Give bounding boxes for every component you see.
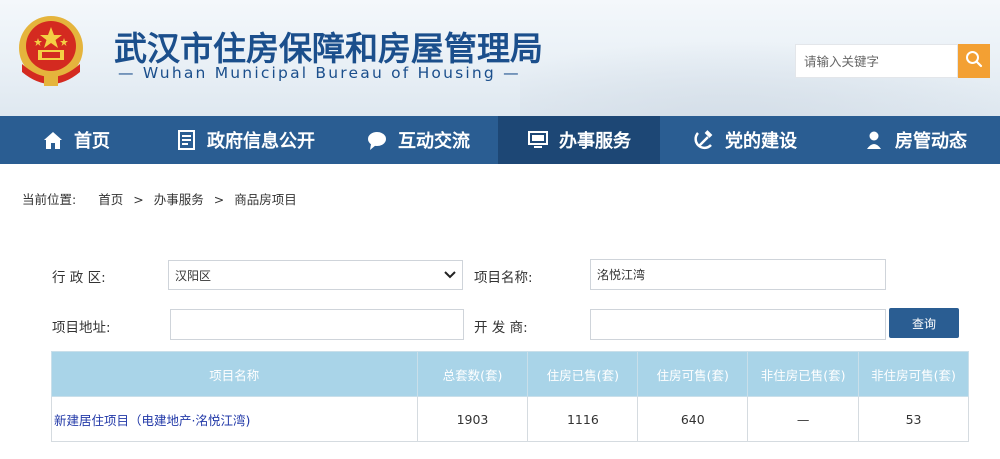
nav-label: 政府信息公开 [207, 131, 315, 152]
table-row: 新建居住项目（电建地产·洺悦江湾) 1903 1116 640 — 53 [51, 396, 969, 442]
query-button[interactable]: 查询 [889, 308, 959, 338]
project-name-value: 洺悦江湾 [597, 268, 646, 282]
nav-item-gov-info[interactable]: 政府信息公开 [152, 116, 338, 164]
home-icon [42, 129, 64, 151]
nav-item-housing-news[interactable]: 房管动态 [830, 116, 1000, 164]
developer-input[interactable] [590, 309, 886, 340]
district-select-value: 汉阳区 [175, 268, 212, 283]
district-select[interactable]: 汉阳区 [168, 260, 463, 290]
document-icon [175, 129, 197, 151]
results-table: 项目名称 总套数(套) 住房已售(套) 住房可售(套) 非住房已售(套) 非住房… [51, 351, 969, 442]
nav-item-party-building[interactable]: 党的建设 [660, 116, 830, 164]
column-header: 项目名称 [51, 351, 418, 397]
site-title: 武汉市住房保障和房屋管理局 [114, 29, 543, 68]
column-header: 住房可售(套) [637, 351, 749, 397]
nav-label: 党的建设 [725, 131, 797, 152]
project-name-label: 项目名称: [474, 270, 533, 286]
district-label: 行 政 区: [52, 270, 106, 286]
project-name-input[interactable]: 洺悦江湾 [590, 259, 886, 290]
project-name-link[interactable]: 新建居住项目（电建地产·洺悦江湾) [51, 396, 418, 442]
site-subtitle-en: — Wuhan Municipal Bureau of Housing — [118, 64, 521, 82]
search-input[interactable] [795, 44, 958, 78]
column-header: 非住房可售(套) [858, 351, 969, 397]
search-icon [965, 50, 983, 72]
breadcrumb-separator: > [213, 192, 225, 207]
nav-item-services[interactable]: 办事服务 [498, 116, 660, 164]
address-input[interactable] [170, 309, 464, 340]
nav-item-home[interactable]: 首页 [0, 116, 152, 164]
nav-label: 办事服务 [559, 131, 631, 152]
column-header: 总套数(套) [416, 351, 529, 397]
address-label: 项目地址: [52, 320, 111, 336]
table-cell: 1116 [527, 396, 639, 442]
person-badge-icon [863, 129, 885, 151]
chevron-down-icon [444, 268, 456, 282]
table-cell: 53 [858, 396, 969, 442]
breadcrumb-label: 当前位置: [22, 192, 77, 207]
nav-label: 房管动态 [895, 131, 967, 152]
nav-item-interaction[interactable]: 互动交流 [338, 116, 498, 164]
nav-label: 互动交流 [398, 131, 470, 152]
table-header-row: 项目名称 总套数(套) 住房已售(套) 住房可售(套) 非住房已售(套) 非住房… [51, 351, 969, 397]
developer-label: 开 发 商: [474, 320, 528, 336]
hammer-sickle-icon [693, 129, 715, 151]
breadcrumb-separator: > [133, 192, 144, 207]
breadcrumb: 当前位置: 首页 > 办事服务 > 商品房项目 [22, 189, 297, 208]
table-cell: 640 [637, 396, 749, 442]
monitor-icon [527, 129, 549, 151]
national-emblem-icon [14, 12, 88, 92]
search-button[interactable] [958, 44, 990, 78]
chat-bubble-icon [366, 129, 388, 151]
column-header: 住房已售(套) [527, 351, 639, 397]
breadcrumb-link-services[interactable]: 办事服务 [154, 192, 204, 207]
table-cell: — [747, 396, 860, 442]
site-header: 武汉市住房保障和房屋管理局 — Wuhan Municipal Bureau o… [0, 0, 1000, 116]
column-header: 非住房已售(套) [747, 351, 860, 397]
table-cell: 1903 [416, 396, 529, 442]
main-nav: 首页 政府信息公开 互动交流 办事服务 党的建设 房管动态 [0, 116, 1000, 164]
breadcrumb-link-home[interactable]: 首页 [98, 192, 123, 207]
nav-label: 首页 [74, 131, 110, 152]
breadcrumb-current: 商品房项目 [234, 192, 297, 207]
